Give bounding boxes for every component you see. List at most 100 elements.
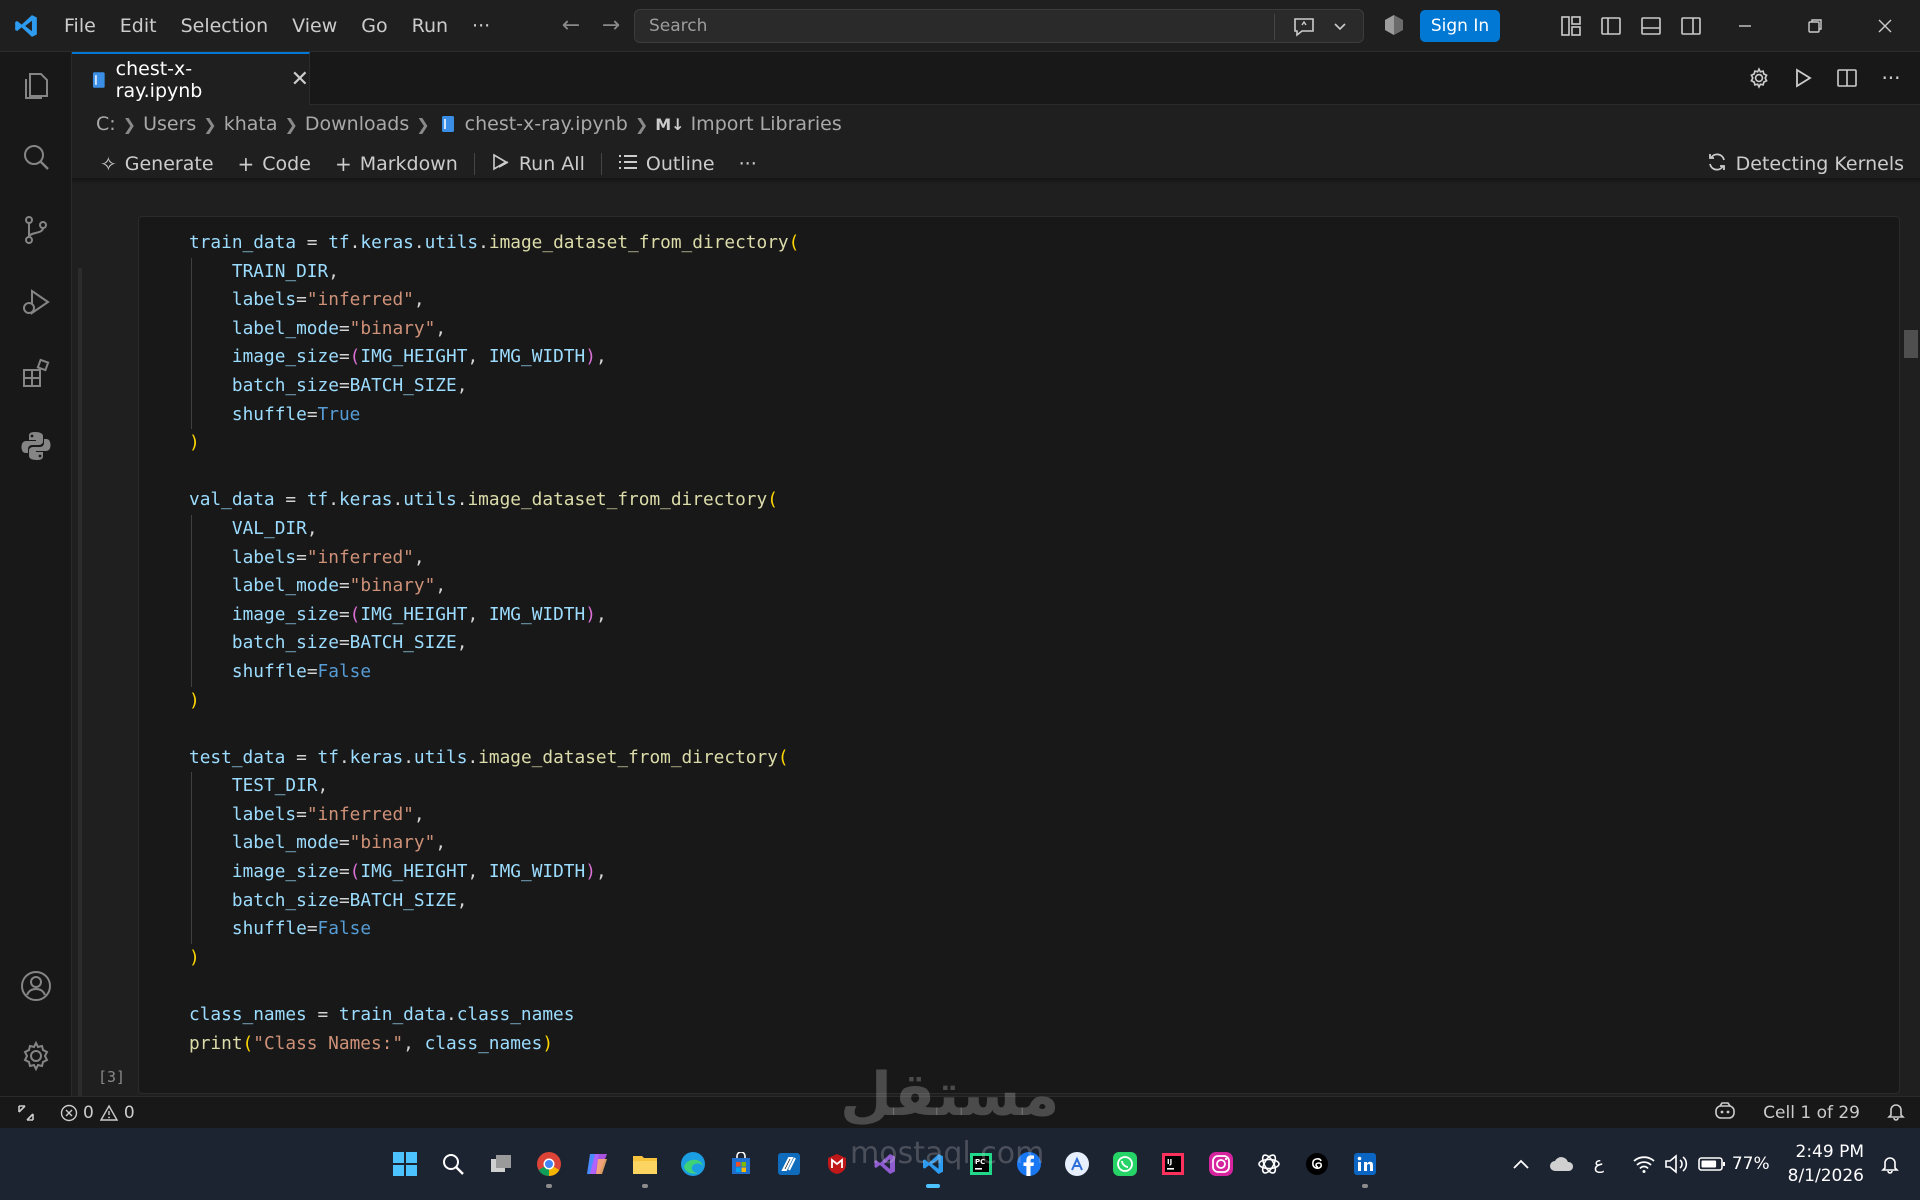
toggle-secondary-sidebar-icon[interactable] (1676, 12, 1706, 40)
toggle-panel-icon[interactable] (1636, 12, 1666, 40)
menu-more[interactable]: ··· (460, 8, 502, 44)
battery-indicator[interactable]: 77% (1698, 1154, 1770, 1174)
cell-position[interactable]: Cell 1 of 29 (1763, 1103, 1860, 1123)
extensions-icon[interactable] (16, 354, 56, 394)
code-line[interactable]: val_data = tf.keras.utils.image_dataset_… (189, 486, 799, 515)
code-line[interactable]: TRAIN_DIR, (189, 257, 799, 287)
gear-icon[interactable] (16, 1036, 56, 1076)
python-icon[interactable] (16, 426, 56, 466)
taskbar-search-icon[interactable] (432, 1138, 474, 1190)
code-line[interactable] (189, 715, 799, 744)
code-editor[interactable]: train_data = tf.keras.utils.image_datase… (189, 229, 799, 1058)
menu-edit[interactable]: Edit (108, 8, 169, 44)
accounts-icon[interactable] (16, 966, 56, 1006)
sign-in-button[interactable]: Sign In (1420, 10, 1500, 42)
more-actions-icon[interactable]: ··· (1876, 64, 1906, 92)
code-cell[interactable]: train_data = tf.keras.utils.image_datase… (138, 216, 1900, 1094)
bell-icon[interactable] (1886, 1101, 1906, 1126)
menu-selection[interactable]: Selection (169, 8, 281, 44)
breadcrumb-item[interactable]: Downloads (305, 113, 409, 135)
code-line[interactable]: image_size=(IMG_HEIGHT, IMG_WIDTH), (189, 600, 799, 630)
chevron-down-icon[interactable] (1325, 13, 1355, 41)
code-line[interactable]: image_size=(IMG_HEIGHT, IMG_WIDTH), (189, 343, 799, 372)
volume-icon[interactable] (1664, 1154, 1690, 1174)
breadcrumb-item[interactable]: C: (96, 113, 116, 135)
windows-start-icon[interactable] (384, 1138, 426, 1190)
code-line[interactable]: class_names = train_data.class_names (189, 1001, 799, 1030)
clock[interactable]: 2:49 PM 8/1/2026 (1788, 1140, 1864, 1188)
code-line[interactable]: batch_size=BATCH_SIZE, (189, 629, 799, 658)
code-line[interactable]: TEST_DIR, (189, 772, 799, 801)
close-icon[interactable]: ✕ (291, 67, 309, 92)
instagram-icon[interactable] (1200, 1138, 1242, 1190)
threads-icon[interactable] (1296, 1138, 1338, 1190)
restore-icon[interactable] (1780, 0, 1850, 52)
code-line[interactable]: batch_size=BATCH_SIZE, (189, 371, 799, 401)
input-language[interactable]: ع (1594, 1154, 1604, 1174)
command-center-search[interactable] (634, 9, 1364, 43)
whatsapp-icon[interactable] (1104, 1138, 1146, 1190)
breadcrumb-item[interactable]: Users (143, 113, 196, 135)
code-line[interactable]: ) (189, 687, 799, 716)
code-line[interactable]: labels="inferred", (189, 800, 799, 830)
code-line[interactable]: test_data = tf.keras.utils.image_dataset… (189, 744, 799, 773)
back-arrow-icon[interactable]: ← (556, 10, 586, 40)
generate-button[interactable]: ✧ Generate (88, 148, 226, 180)
chatgpt-icon[interactable] (1248, 1138, 1290, 1190)
code-line[interactable]: image_size=(IMG_HEIGHT, IMG_WIDTH), (189, 858, 799, 887)
code-line[interactable]: shuffle=False (189, 915, 799, 944)
code-line[interactable] (189, 458, 799, 487)
code-line[interactable]: ) (189, 429, 799, 458)
code-line[interactable]: batch_size=BATCH_SIZE, (189, 886, 799, 916)
microsoft-store-icon[interactable] (720, 1138, 762, 1190)
add-markdown-cell-button[interactable]: + Markdown (323, 148, 470, 180)
code-line[interactable]: label_mode="binary", (189, 314, 799, 344)
breadcrumb-item[interactable]: chest-x-ray.ipynb (465, 113, 628, 135)
app-store-icon[interactable] (1056, 1138, 1098, 1190)
run-debug-icon[interactable] (16, 282, 56, 322)
task-view-icon[interactable] (480, 1138, 522, 1190)
code-line[interactable]: shuffle=True (189, 400, 799, 430)
add-code-cell-button[interactable]: + Code (226, 148, 323, 180)
scrollbar-thumb[interactable] (1904, 330, 1918, 358)
power-automate-icon[interactable] (768, 1138, 810, 1190)
code-line[interactable]: label_mode="binary", (189, 572, 799, 601)
chevron-up-icon[interactable] (1512, 1158, 1530, 1170)
facebook-icon[interactable] (1008, 1138, 1050, 1190)
edge-icon[interactable] (672, 1138, 714, 1190)
menu-run[interactable]: Run (400, 8, 460, 44)
toolbar-more-button[interactable]: ··· (727, 148, 769, 180)
breadcrumb-item[interactable]: khata (224, 113, 278, 135)
explorer-icon[interactable] (16, 66, 56, 106)
search-icon[interactable] (16, 138, 56, 178)
chrome-icon[interactable] (528, 1138, 570, 1190)
split-editor-icon[interactable] (1832, 64, 1862, 92)
code-line[interactable]: VAL_DIR, (189, 514, 799, 544)
intellij-icon[interactable]: IJ (1152, 1138, 1194, 1190)
menu-file[interactable]: File (52, 8, 108, 44)
outline-button[interactable]: Outline (606, 148, 727, 180)
source-control-icon[interactable] (16, 210, 56, 250)
mcafee-icon[interactable] (816, 1138, 858, 1190)
forward-arrow-icon[interactable]: → (596, 10, 626, 40)
search-input[interactable] (649, 16, 1249, 36)
vscode-taskbar-icon[interactable] (912, 1138, 954, 1190)
code-line[interactable]: labels="inferred", (189, 543, 799, 573)
onedrive-cloud-icon[interactable] (1548, 1155, 1576, 1173)
copilot-chat-icon[interactable] (1289, 13, 1319, 41)
close-window-icon[interactable] (1850, 0, 1920, 52)
run-play-icon[interactable] (1788, 64, 1818, 92)
breadcrumb-item[interactable]: Import Libraries (691, 113, 842, 135)
kernel-picker[interactable]: Detecting Kernels (1706, 148, 1904, 180)
pycharm-icon[interactable]: PC (960, 1138, 1002, 1190)
settings-gear-icon[interactable] (1744, 64, 1774, 92)
code-line[interactable]: train_data = tf.keras.utils.image_datase… (189, 229, 799, 258)
run-all-button[interactable]: Run All (479, 148, 597, 180)
vertical-scrollbar[interactable] (1902, 186, 1920, 1096)
code-line[interactable]: labels="inferred", (189, 286, 799, 315)
problems-indicator[interactable]: 0 0 (60, 1103, 135, 1123)
minimize-icon[interactable] (1710, 0, 1780, 52)
code-line[interactable] (189, 972, 799, 1001)
file-explorer-icon[interactable] (624, 1138, 666, 1190)
copilot-status-icon[interactable] (1382, 13, 1406, 41)
